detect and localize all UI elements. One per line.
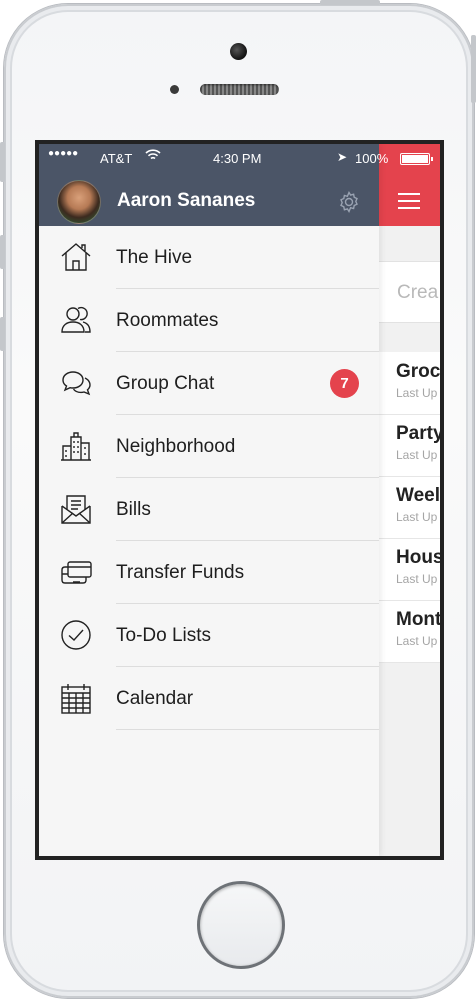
menu-item-label: Bills [116,499,151,520]
earpiece-speaker [200,84,279,95]
location-arrow-icon: ➤ [337,150,348,164]
status-bar: ●●●●● AT&T 4:30 PM ➤ 100% [39,144,440,172]
checkmark-circle-icon [61,620,91,650]
menu-item-neighborhood[interactable]: Neighborhood [39,415,379,478]
create-list-input[interactable]: Crea [379,261,440,323]
list-item-subtitle: Last Up [396,386,438,400]
menu-item-label: Group Chat [116,373,215,394]
cards-icon [61,561,92,584]
volume-up-button [0,235,5,269]
menu-item-label: Transfer Funds [116,562,245,583]
list-item[interactable]: Groc Last Up [379,352,440,415]
side-drawer: Aaron Sananes The Hive Roommates Group C… [39,144,379,856]
wifi-icon [145,149,161,160]
screen: Crea Groc Last Up Party Last Up Weel Las… [35,140,444,860]
menu-item-group-chat[interactable]: Group Chat 7 [39,352,379,415]
main-view-peek[interactable]: Crea Groc Last Up Party Last Up Weel Las… [379,144,440,856]
list-item[interactable]: Mont Last Up [379,600,440,663]
front-camera [230,43,247,60]
volume-down-button [0,317,5,351]
signal-strength: ●●●●● [48,148,79,159]
envelope-icon [61,495,91,524]
menu-item-label: The Hive [116,247,193,268]
chat-bubbles-icon [62,371,91,396]
list-item-title: Hous [396,547,440,568]
power-button [320,0,380,5]
gear-icon[interactable] [337,190,361,214]
menu-item-bills[interactable]: Bills [39,478,379,541]
buildings-icon [61,432,91,461]
menu-item-label: Calendar [116,688,194,709]
proximity-sensor [170,85,179,94]
calendar-icon [61,684,91,714]
user-name[interactable]: Aaron Sananes [117,190,255,212]
create-list-placeholder: Crea [397,282,439,303]
list-item-subtitle: Last Up [396,448,438,462]
menu-item-label: Neighborhood [116,436,236,457]
menu-item-roommates[interactable]: Roommates [39,289,379,352]
divider [116,729,379,730]
people-icon [61,306,91,333]
list-item-title: Groc [396,361,440,382]
menu-item-label: To-Do Lists [116,625,212,646]
menu-item-calendar[interactable]: Calendar [39,667,379,730]
list-item-subtitle: Last Up [396,510,438,524]
screen-content: Crea Groc Last Up Party Last Up Weel Las… [39,144,440,856]
battery-icon [400,153,433,165]
menu-item-label: Roommates [116,310,219,331]
list-item[interactable]: Hous Last Up [379,538,440,601]
list-item-title: Party [396,423,440,444]
list-item-subtitle: Last Up [396,572,438,586]
list-item-title: Weel [396,485,440,506]
menu-item-transfer-funds[interactable]: Transfer Funds [39,541,379,604]
avatar[interactable] [57,180,101,224]
hamburger-menu-icon[interactable] [398,193,420,209]
lists-container: Groc Last Up Party Last Up Weel Last Up … [379,352,440,663]
menu-item-to-do-lists[interactable]: To-Do Lists [39,604,379,667]
side-button-right [471,35,476,103]
list-item[interactable]: Party Last Up [379,414,440,477]
clock: 4:30 PM [213,151,262,166]
list-item-title: Mont [396,609,440,630]
mute-switch [0,142,5,182]
battery-percent: 100% [355,151,389,166]
house-icon [61,243,91,271]
menu-item-the-hive[interactable]: The Hive [39,226,379,289]
list-item-subtitle: Last Up [396,634,438,648]
home-button[interactable] [197,881,285,969]
unread-badge: 7 [330,369,359,398]
list-item[interactable]: Weel Last Up [379,476,440,539]
carrier-name: AT&T [100,151,133,166]
